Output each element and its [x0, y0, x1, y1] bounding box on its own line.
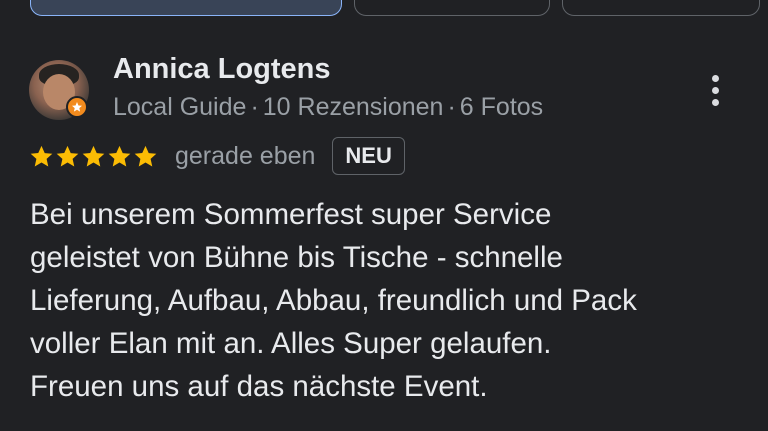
star-icon	[108, 145, 131, 166]
filter-chip-selected[interactable]	[30, 0, 342, 16]
reviewer-name[interactable]: Annica Logtens	[113, 53, 331, 86]
review-text: Bei unserem Sommerfest super Service gele…	[30, 193, 755, 408]
reviewer-meta: Local Guide · 10 Rezensionen · 6 Fotos	[113, 93, 543, 122]
review-text-line: voller Elan mit an. Alles Super gelaufen…	[30, 327, 552, 360]
more-vert-icon[interactable]	[700, 70, 730, 110]
filter-chip-row	[0, 0, 768, 18]
review-time: gerade eben	[175, 141, 316, 170]
filter-chip[interactable]	[562, 0, 760, 16]
star-icon	[72, 102, 82, 112]
new-badge: NEU	[332, 137, 405, 175]
menu-dot	[711, 74, 719, 82]
rating-row: gerade eben NEU	[29, 136, 405, 176]
review-text-line: Lieferung, Aufbau, Abbau, freundlich und…	[30, 284, 637, 317]
star-icon	[30, 145, 53, 166]
reviewer-review-count: 10 Rezensionen	[262, 93, 444, 121]
review-text-line: Bei unserem Sommerfest super Service	[30, 198, 552, 231]
menu-dot	[711, 86, 719, 94]
filter-chip[interactable]	[354, 0, 550, 16]
meta-separator: ·	[447, 93, 456, 121]
local-guide-badge-icon	[66, 96, 88, 118]
review-text-line: geleistet von Bühne bis Tische - schnell…	[30, 241, 563, 274]
star-icon	[134, 145, 157, 166]
reviewer-role: Local Guide	[113, 93, 247, 121]
reviewer-photo-count: 6 Fotos	[459, 93, 544, 121]
review-text-line: Freuen uns auf das nächste Event.	[30, 370, 488, 403]
star-icon	[82, 145, 105, 166]
menu-dot	[711, 98, 719, 106]
star-rating	[29, 144, 158, 169]
meta-separator: ·	[250, 93, 259, 121]
star-icon	[56, 145, 79, 166]
